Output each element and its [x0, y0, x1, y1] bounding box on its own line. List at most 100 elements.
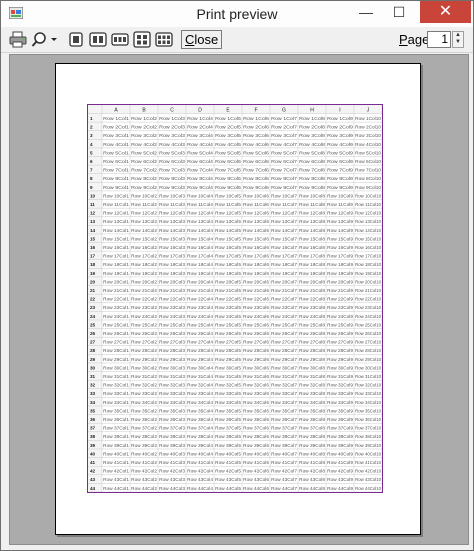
cell-text: Row 33Col10	[355, 391, 382, 396]
cell-text: Row 40Col4	[187, 451, 214, 456]
cell-text: Row 18Col6	[243, 262, 270, 267]
page-spinner[interactable]: ▲ ▼	[452, 31, 464, 48]
cell-text: Row 17Col3	[159, 254, 186, 259]
cell-text: Row 1Col3	[159, 116, 186, 121]
cell-text: Row 6Col10	[355, 159, 382, 164]
cell-text: Row 34Col3	[159, 400, 186, 405]
cell-text: Row 25Col6	[243, 322, 270, 327]
cell-text: Row 21Col8	[299, 288, 326, 293]
row-number: 25	[90, 322, 96, 327]
cell-text: Row 15Col8	[299, 236, 326, 241]
spin-down-icon[interactable]: ▼	[453, 39, 463, 46]
cell-text: Row 14Col3	[159, 228, 186, 233]
cell-text: Row 9Col7	[271, 185, 298, 190]
cell-text: Row 39Col3	[159, 443, 186, 448]
preview-area[interactable]: A B C D E F G H I J 1 Row 1Col1 Row 1Col2 Row 1Col3 Ro…	[9, 54, 469, 545]
column-header: D	[198, 108, 202, 114]
cell-text: Row 26Col5	[215, 331, 242, 336]
cell-text: Row 13Col9	[327, 219, 354, 224]
cell-text: Row 27Col1	[103, 340, 130, 345]
cell-text: Row 28Col10	[355, 348, 382, 353]
cell-text: Row 30Col2	[131, 365, 158, 370]
cell-text: Row 6Col9	[327, 159, 354, 164]
row-number: 22	[90, 297, 96, 302]
six-pages-button[interactable]	[154, 30, 174, 49]
cell-text: Row 38Col1	[103, 434, 130, 439]
two-pages-button[interactable]	[88, 30, 108, 49]
spin-up-icon[interactable]: ▲	[453, 32, 463, 39]
cell-text: Row 9Col6	[243, 185, 270, 190]
cell-text: Row 8Col6	[243, 176, 270, 181]
cell-text: Row 18Col9	[327, 262, 354, 267]
cell-text: Row 32Col6	[243, 383, 270, 388]
cell-text: Row 21Col6	[243, 288, 270, 293]
row-number: 15	[90, 236, 96, 241]
cell-text: Row 17Col9	[327, 254, 354, 259]
cell-text: Row 26Col10	[355, 331, 382, 336]
cell-text: Row 17Col6	[243, 254, 270, 259]
cell-text: Row 11Col1	[103, 202, 130, 207]
maximize-button[interactable]: ☐	[384, 1, 414, 23]
cell-text: Row 24Col10	[355, 314, 382, 319]
four-pages-button[interactable]	[132, 30, 152, 49]
cell-text: Row 31Col8	[299, 374, 326, 379]
cell-text: Row 14Col4	[187, 228, 214, 233]
page-accelerator: P	[399, 32, 408, 47]
cell-text: Row 12Col4	[187, 211, 214, 216]
cell-text: Row 33Col1	[103, 391, 130, 396]
cell-text: Row 37Col1	[103, 426, 130, 431]
cell-text: Row 41Col5	[215, 460, 242, 465]
cell-text: Row 42Col7	[271, 469, 298, 474]
cell-text: Row 15Col6	[243, 236, 270, 241]
cell-text: Row 10Col5	[215, 193, 242, 198]
cell-text: Row 20Col10	[355, 279, 382, 284]
cell-text: Row 8Col9	[327, 176, 354, 181]
one-page-button[interactable]	[66, 30, 86, 49]
cell-text: Row 20Col1	[103, 279, 130, 284]
cell-text: Row 33Col5	[215, 391, 242, 396]
cell-text: Row 9Col10	[355, 185, 382, 190]
cell-text: Row 29Col6	[243, 357, 270, 362]
cell-text: Row 42Col10	[355, 469, 382, 474]
minimize-button[interactable]: —	[351, 1, 381, 23]
row-number: 12	[90, 211, 96, 216]
cell-text: Row 18Col7	[271, 262, 298, 267]
cell-text: Row 12Col7	[271, 211, 298, 216]
cell-text: Row 39Col10	[355, 443, 382, 448]
cell-text: Row 14Col5	[215, 228, 242, 233]
cell-text: Row 41Col4	[187, 460, 214, 465]
cell-text: Row 22Col10	[355, 297, 382, 302]
cell-text: Row 26Col8	[299, 331, 326, 336]
cell-text: Row 33Col2	[131, 391, 158, 396]
cell-text: Row 21Col10	[355, 288, 382, 293]
three-pages-button[interactable]	[110, 30, 130, 49]
cell-text: Row 3Col7	[271, 133, 298, 138]
cell-text: Row 42Col9	[327, 469, 354, 474]
cell-text: Row 42Col4	[187, 469, 214, 474]
cell-text: Row 41Col6	[243, 460, 270, 465]
cell-text: Row 14Col2	[131, 228, 158, 233]
cell-text: Row 3Col5	[215, 133, 242, 138]
page-number-input[interactable]: 1	[427, 31, 451, 48]
cell-text: Row 19Col4	[187, 271, 214, 276]
cell-text: Row 5Col5	[215, 150, 242, 155]
cell-text: Row 43Col4	[187, 477, 214, 482]
cell-text: Row 27Col10	[355, 340, 382, 345]
cell-text: Row 30Col7	[271, 365, 298, 370]
print-preview-window: Print preview — ☐ ✕ Close Page 1 ▲ ▼ A B…	[0, 0, 474, 551]
cell-text: Row 36Col2	[131, 417, 158, 422]
print-button[interactable]	[7, 30, 29, 49]
cell-text: Row 21Col7	[271, 288, 298, 293]
zoom-dropdown[interactable]	[30, 30, 60, 49]
cell-text: Row 21Col3	[159, 288, 186, 293]
cell-text: Row 2Col1	[103, 125, 130, 130]
row-number: 2	[90, 125, 93, 130]
close-preview-button[interactable]: Close	[181, 30, 223, 49]
cell-text: Row 21Col1	[103, 288, 130, 293]
close-window-button[interactable]: ✕	[420, 1, 471, 23]
cell-text: Row 22Col9	[327, 297, 354, 302]
cell-text: Row 12Col10	[355, 211, 382, 216]
cell-text: Row 17Col10	[355, 254, 382, 259]
cell-text: Row 36Col9	[327, 417, 354, 422]
cell-text: Row 7Col4	[187, 168, 214, 173]
